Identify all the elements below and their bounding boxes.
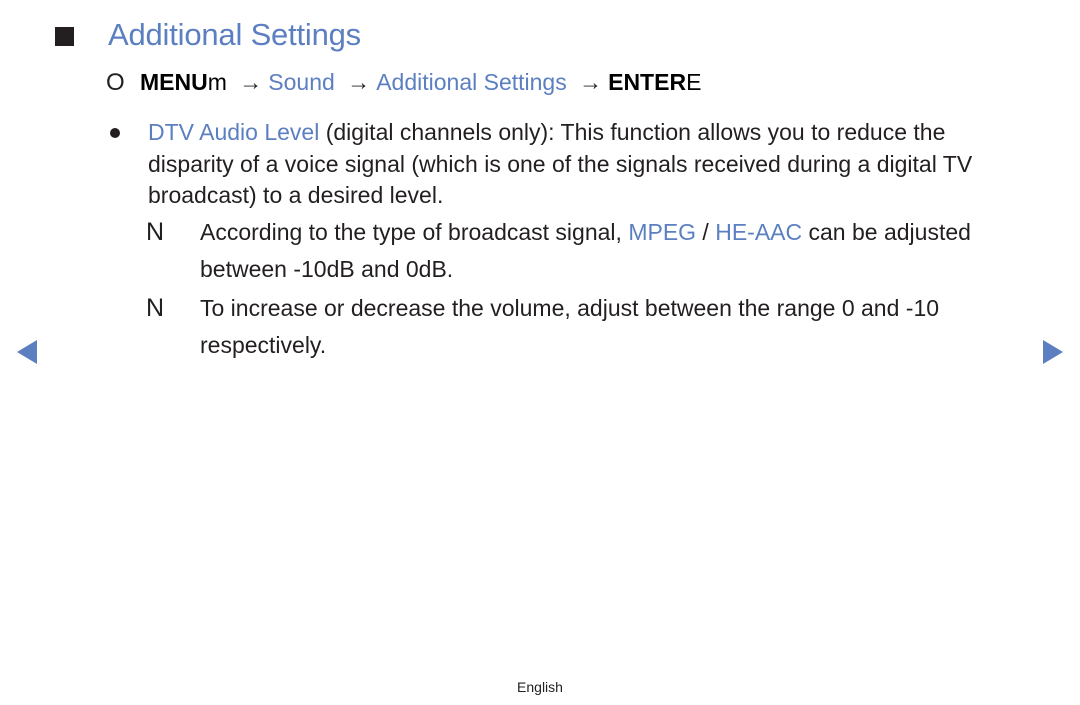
manual-page: Additional Settings O MENUm → Sound → Addit… [0,0,1080,705]
note-text-before: According to the type of broadcast signa… [200,219,629,245]
triangle-left-icon[interactable] [17,340,37,364]
note-term-he-aac: HE-AAC [715,219,803,245]
footer-language: English [517,679,563,695]
page-title: Additional Settings [108,17,361,52]
arrow-icon: → [347,69,371,95]
triangle-right-icon[interactable] [1043,340,1063,364]
note-text: To increase or decrease the volume, adju… [200,295,940,358]
menu-label: MENU [140,69,208,95]
menu-path-icon: O [106,69,125,96]
menu-path: O MENUm → Sound → Additional Settings → ENTE… [106,66,701,99]
arrow-icon: → [579,69,603,95]
enter-label: ENTER [608,69,687,95]
note-separator: / [696,219,716,245]
note-icon: N [146,218,165,246]
menu-step-sound[interactable]: Sound [268,69,335,95]
square-bullet-icon [55,26,74,46]
enter-key: ENTERE [608,69,701,95]
menu-key: MENUm [140,69,227,95]
note-item: N According to the type of broadcast sig… [146,214,1026,288]
bullet-text: DTV Audio Level (digital channels only):… [148,117,1010,212]
enter-button-icon: E [686,69,702,95]
note-text: According to the type of broadcast signa… [200,214,1026,288]
menu-button-icon: m [207,69,227,95]
note-term-mpeg: MPEG [628,219,697,245]
note-icon: N [146,294,165,322]
page-title-row: Additional Settings [55,14,361,56]
bullet-term: DTV Audio Level [148,119,320,145]
menu-step-additional-settings[interactable]: Additional Settings [376,69,567,95]
note-item: N To increase or decrease the volume, ad… [146,290,1026,364]
arrow-icon: → [239,69,263,95]
bullet-item: DTV Audio Level (digital channels only):… [110,117,1010,212]
bullet-icon [110,128,120,138]
